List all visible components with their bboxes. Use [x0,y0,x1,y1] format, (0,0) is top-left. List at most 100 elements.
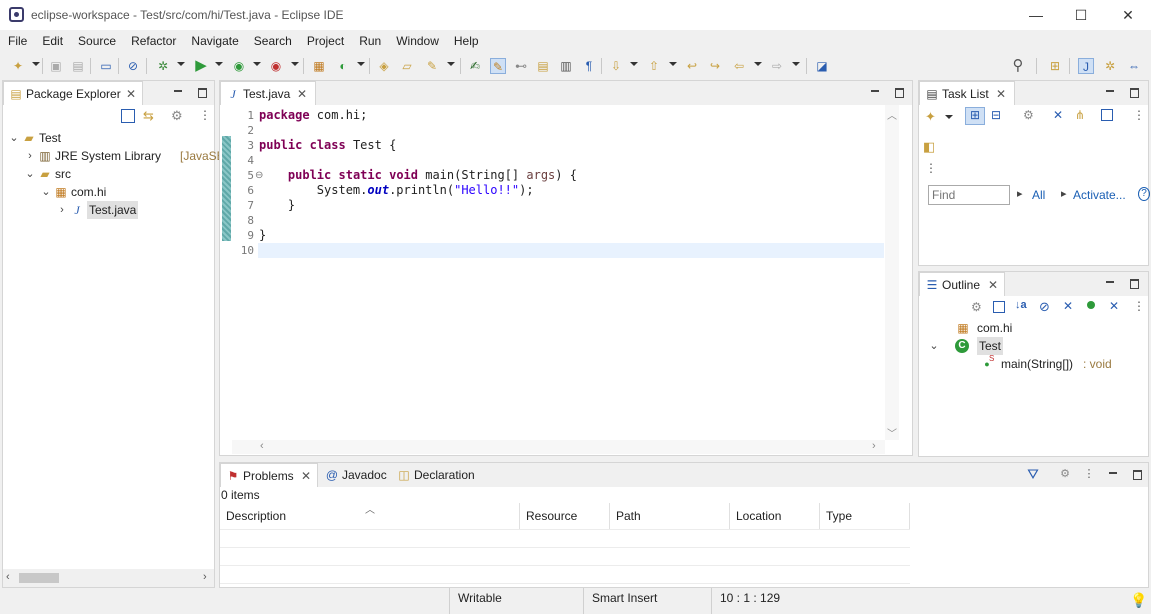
scheduled-icon[interactable]: ⊟ [991,108,1001,122]
chevron-right-icon[interactable]: › [25,147,35,165]
help-icon[interactable]: ? [1138,187,1150,201]
tab-javadoc[interactable]: @ Javadoc [320,463,390,487]
debug-dropdown-icon[interactable] [177,62,185,66]
search-icon[interactable]: ⚲ [1010,58,1026,74]
menu-edit[interactable]: Edit [34,30,63,52]
scroll-right-icon[interactable]: › [872,440,876,452]
scroll-right-icon[interactable]: › [203,571,207,583]
java-perspective-icon[interactable]: J [1078,58,1094,74]
chevron-down-icon[interactable]: ⌄ [41,183,51,201]
maximize-view-icon[interactable] [1130,467,1144,481]
tab-package-explorer[interactable]: ▤ Package Explorer ✕ [3,81,143,105]
collapse-icon[interactable] [1101,109,1113,121]
last-edit-location-icon[interactable]: ↩ [684,58,700,74]
collapse-all-icon[interactable] [121,109,135,123]
menu-refactor[interactable]: Refactor [123,30,176,52]
forward-edit-icon[interactable]: ↪ [707,58,723,74]
back-icon[interactable]: ⇦ [731,58,747,74]
outline-item-main-string[interactable]: ● Smain(String[]) : void [919,354,1148,373]
problems-table[interactable]: ︿ Description Resource Path Location Type [220,503,1148,587]
external-tools-icon[interactable]: ◉ [268,58,284,74]
outline-item-com-hi[interactable]: ▦ com.hi [919,319,1148,337]
coverage-icon[interactable]: ◉ [231,58,247,74]
categorized-icon[interactable]: ⊞ [965,107,985,125]
save-icon[interactable]: ▣ [48,58,64,74]
forward-dropdown-icon[interactable] [792,62,800,66]
filter-icon[interactable]: ⛛ [1026,467,1040,481]
find-input[interactable] [928,185,1010,205]
search-tool-dropdown-icon[interactable] [447,62,455,66]
new-icon[interactable]: ✦ [10,58,26,74]
menu-source[interactable]: Source [70,30,116,52]
minimize-view-icon[interactable] [1103,276,1117,290]
focus-icon[interactable]: ⋔ [1075,108,1085,122]
collapse-all-icon[interactable] [993,301,1005,313]
minimize-view-icon[interactable] [1106,467,1120,481]
new-task-dropdown-icon[interactable] [945,115,953,119]
chevron-down-icon[interactable]: ⌄ [25,165,35,183]
chevron-right-icon[interactable]: › [57,201,67,219]
debug-perspective-icon[interactable]: ✲ [1102,58,1118,74]
view-menu-icon[interactable]: ⋮ [1133,108,1145,122]
maximize-view-icon[interactable] [195,85,209,99]
toggle-mark-occurrences-icon[interactable]: ✍ [467,58,483,74]
hide-fields-icon[interactable]: ⊘ [1039,299,1050,315]
new-dropdown-icon[interactable] [32,62,40,66]
open-perspective-icon[interactable]: ⊞ [1047,58,1063,74]
next-annotation-dropdown-icon[interactable] [630,62,638,66]
minimize-button[interactable]: — [1013,2,1059,28]
scroll-left-icon[interactable]: ‹ [260,440,264,452]
hide-completed-icon[interactable]: ✕ [1053,108,1063,122]
code-line[interactable]: public static void main(String[] args) { [259,168,577,183]
hide-non-public-icon[interactable] [1087,301,1095,309]
hide-local-types-icon[interactable]: ✕ [1109,299,1119,313]
code-line[interactable]: System.out.println("Hello!!"); [259,183,534,198]
close-tab-icon[interactable]: ✕ [126,82,136,106]
chevron-down-icon[interactable]: ⌄ [9,129,19,147]
scroll-left-icon[interactable]: ‹ [6,571,10,583]
synchronize-icon[interactable]: ⚙ [1023,108,1034,122]
next-annotation-icon[interactable]: ⇩ [608,58,624,74]
view-menu-icon[interactable]: ⋮ [1082,467,1096,481]
cursor-position-status[interactable]: 10 : 1 : 129 [711,588,821,614]
maximize-view-icon[interactable] [1127,85,1141,99]
editor-horizontal-scrollbar[interactable]: ‹ › [232,440,885,454]
console-icon[interactable]: ▭ [98,58,114,74]
close-tab-icon[interactable]: ✕ [988,273,998,297]
lightbulb-icon[interactable]: 💡 [1130,592,1147,609]
maximize-button[interactable]: ☐ [1058,2,1104,28]
close-button[interactable]: ✕ [1105,2,1151,28]
horizontal-scrollbar[interactable]: ‹ › [3,569,214,587]
tree-item-com-hi[interactable]: ⌄ ▦ com.hi [3,183,214,201]
column-header-description[interactable]: Description [220,503,520,529]
new-java-class-icon[interactable]: ◐ [335,58,351,74]
tab-task-list[interactable]: ▤ Task List ✕ [919,81,1015,105]
minimize-view-icon[interactable] [868,85,882,99]
show-whitespace-icon[interactable]: ¶ [581,58,597,74]
filters-icon[interactable]: ⚙ [971,300,982,314]
filters-icon[interactable]: ⚙ [171,108,183,124]
pin-editor-icon[interactable]: ◪ [814,58,830,74]
chevron-down-icon[interactable]: ⌄ [929,337,939,355]
external-tools-dropdown-icon[interactable] [291,62,299,66]
column-header-path[interactable]: Path [610,503,730,529]
tab-outline[interactable]: ☰ Outline ✕ [919,272,1005,296]
new-java-package-icon[interactable]: ▦ [311,58,327,74]
menu-search[interactable]: Search [246,30,292,52]
search-tool-icon[interactable]: ✎ [424,58,440,74]
scrollbar-thumb[interactable] [19,573,59,583]
menu-help[interactable]: Help [446,30,479,52]
previous-annotation-icon[interactable]: ⇧ [646,58,662,74]
scroll-down-icon[interactable]: ﹀ [887,425,897,440]
tree-item-jre-system-library[interactable]: › ▥ JRE System Library [JavaSE-1 [3,147,235,165]
scroll-up-icon[interactable]: ︿ [887,107,897,122]
tree-item-src[interactable]: ⌄ ▰ src [3,165,214,183]
previous-annotation-dropdown-icon[interactable] [669,62,677,66]
code-line[interactable]: } [259,228,266,243]
code-line[interactable]: public class Test { [259,138,396,153]
forward-icon[interactable]: ⇨ [769,58,785,74]
open-type-icon[interactable]: ◈ [376,58,392,74]
menu-navigate[interactable]: Navigate [183,30,238,52]
link-with-editor-icon[interactable]: ⇆ [143,108,154,124]
insert-mode-status[interactable]: Smart Insert [583,588,711,614]
